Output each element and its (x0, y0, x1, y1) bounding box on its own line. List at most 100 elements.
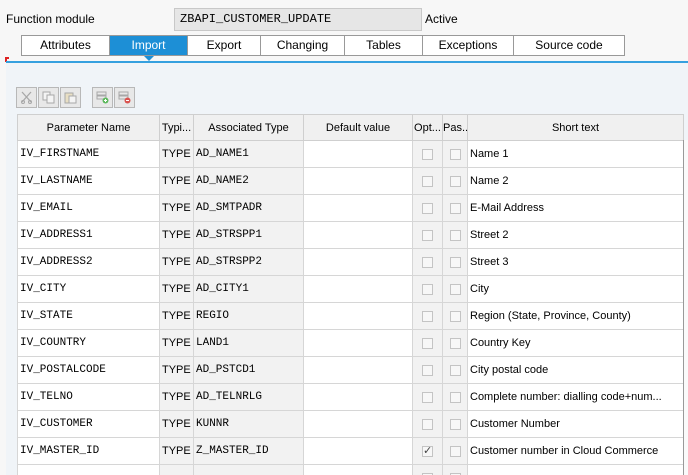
optional-checkbox[interactable] (422, 391, 433, 403)
cell-associated-type[interactable]: AD_NAME1 (193, 140, 304, 168)
cell-typing[interactable]: TYPE (159, 437, 194, 465)
cell-default-value[interactable] (303, 464, 413, 475)
optional-checkbox[interactable] (422, 256, 433, 268)
tab-attributes[interactable]: Attributes (22, 36, 110, 55)
pass-value-checkbox[interactable] (449, 175, 461, 187)
table-row[interactable]: IV_CITY TYPE AD_CITY1 City (17, 275, 684, 303)
optional-checkbox[interactable] (422, 310, 433, 322)
paste-button[interactable] (60, 87, 81, 108)
optional-checkbox[interactable] (422, 444, 433, 457)
cell-parameter-name[interactable]: IV_FIRSTNAME (17, 140, 160, 168)
cell-associated-type[interactable]: AD_NAME2 (193, 167, 304, 195)
cell-typing[interactable]: TYPE (159, 140, 194, 168)
cell-default-value[interactable] (303, 275, 413, 303)
cell-parameter-name[interactable]: IV_LASTNAME (17, 167, 160, 195)
col-header-associated-type[interactable]: Associated Type (193, 114, 304, 141)
cell-short-text[interactable]: City (467, 275, 684, 303)
cell-default-value[interactable] (303, 410, 413, 438)
table-row[interactable]: IV_LASTNAME TYPE AD_NAME2 Name 2 (17, 167, 684, 195)
cell-associated-type[interactable] (193, 464, 304, 475)
pass-value-checkbox[interactable] (449, 256, 461, 268)
pass-value-checkbox[interactable] (449, 202, 461, 214)
cell-associated-type[interactable]: AD_PSTCD1 (193, 356, 304, 384)
table-row[interactable]: IV_FIRSTNAME TYPE AD_NAME1 Name 1 (17, 140, 684, 168)
cell-default-value[interactable] (303, 248, 413, 276)
cell-associated-type[interactable]: AD_CITY1 (193, 275, 304, 303)
pass-value-checkbox[interactable] (449, 364, 461, 376)
cell-typing[interactable]: TYPE (159, 248, 194, 276)
cell-associated-type[interactable]: KUNNR (193, 410, 304, 438)
cell-parameter-name[interactable]: IV_CUSTOMER (17, 410, 160, 438)
copy-button[interactable] (38, 87, 59, 108)
cell-associated-type[interactable]: AD_SMTPADR (193, 194, 304, 222)
cell-default-value[interactable] (303, 329, 413, 357)
table-row[interactable]: IV_POSTALCODE TYPE AD_PSTCD1 City postal co… (17, 356, 684, 384)
cell-parameter-name[interactable]: IV_EMAIL (17, 194, 160, 222)
cell-short-text[interactable]: City postal code (467, 356, 684, 384)
cell-typing[interactable]: TYPE (159, 275, 194, 303)
cell-parameter-name[interactable]: IV_POSTALCODE (17, 356, 160, 384)
optional-checkbox[interactable] (422, 364, 433, 376)
pass-value-checkbox[interactable] (449, 229, 461, 241)
cell-parameter-name[interactable]: IV_MASTER_ID (17, 437, 160, 465)
col-header-optional[interactable]: Opt... (412, 114, 443, 141)
table-row[interactable]: IV_CUSTOMER TYPE KUNNR Customer Number (17, 410, 684, 438)
pass-value-checkbox[interactable] (449, 337, 461, 349)
cell-associated-type[interactable]: LAND1 (193, 329, 304, 357)
cell-default-value[interactable] (303, 140, 413, 168)
cell-parameter-name[interactable]: IV_ADDRESS2 (17, 248, 160, 276)
cell-default-value[interactable] (303, 356, 413, 384)
optional-checkbox[interactable] (422, 202, 433, 214)
tab-exceptions[interactable]: Exceptions (423, 36, 514, 55)
pass-value-checkbox[interactable] (449, 391, 461, 403)
optional-checkbox[interactable] (422, 418, 433, 430)
optional-checkbox[interactable] (422, 148, 433, 160)
optional-checkbox[interactable] (422, 175, 433, 187)
cell-short-text[interactable]: Customer number in Cloud Commerce (467, 437, 684, 465)
pass-value-checkbox[interactable] (449, 418, 461, 430)
optional-checkbox[interactable] (422, 283, 433, 295)
cell-default-value[interactable] (303, 167, 413, 195)
pass-value-checkbox[interactable] (449, 310, 461, 322)
cell-associated-type[interactable]: AD_TELNRLG (193, 383, 304, 411)
col-header-typing[interactable]: Typi... (159, 114, 194, 141)
cell-default-value[interactable] (303, 383, 413, 411)
pass-value-checkbox[interactable] (449, 148, 461, 160)
cell-typing[interactable]: TYPE (159, 356, 194, 384)
delete-row-button[interactable] (114, 87, 135, 108)
tab-import[interactable]: Import (110, 36, 188, 61)
cut-button[interactable] (16, 87, 37, 108)
col-header-pass-value[interactable]: Pas... (442, 114, 468, 141)
cell-short-text[interactable]: Name 2 (467, 167, 684, 195)
tab-tables[interactable]: Tables (345, 36, 423, 55)
cell-typing[interactable]: TYPE (159, 329, 194, 357)
optional-checkbox[interactable] (422, 229, 433, 241)
function-module-name-field[interactable]: ZBAPI_CUSTOMER_UPDATE (174, 8, 422, 31)
cell-typing[interactable]: TYPE (159, 383, 194, 411)
table-row[interactable]: IV_TELNO TYPE AD_TELNRLG Complete number: d… (17, 383, 684, 411)
col-header-parameter-name[interactable]: Parameter Name (17, 114, 160, 141)
col-header-default-value[interactable]: Default value (303, 114, 413, 141)
cell-short-text[interactable]: Country Key (467, 329, 684, 357)
cell-typing[interactable]: TYPE (159, 302, 194, 330)
cell-typing[interactable]: TYPE (159, 194, 194, 222)
col-header-short-text[interactable]: Short text (467, 114, 684, 141)
table-row[interactable]: IV_COUNTRY TYPE LAND1 Country Key (17, 329, 684, 357)
cell-typing[interactable]: TYPE (159, 167, 194, 195)
cell-short-text[interactable]: Complete number: dialling code+num... (467, 383, 684, 411)
cell-short-text[interactable]: E-Mail Address (467, 194, 684, 222)
cell-parameter-name[interactable] (17, 464, 160, 475)
pass-value-checkbox[interactable] (449, 445, 461, 457)
insert-row-button[interactable] (92, 87, 113, 108)
table-row[interactable]: IV_ADDRESS1 TYPE AD_STRSPP1 Street 2 (17, 221, 684, 249)
table-row[interactable] (17, 464, 684, 475)
cell-parameter-name[interactable]: IV_ADDRESS1 (17, 221, 160, 249)
table-row[interactable]: IV_MASTER_IDTYPEZ_MASTER_ID Customer numb… (17, 437, 684, 465)
cell-default-value[interactable] (303, 194, 413, 222)
table-row[interactable]: IV_STATE TYPE REGIO Region (State, Province… (17, 302, 684, 330)
cell-typing[interactable]: TYPE (159, 221, 194, 249)
cell-associated-type[interactable]: REGIO (193, 302, 304, 330)
cell-associated-type[interactable]: AD_STRSPP2 (193, 248, 304, 276)
tab-source-code[interactable]: Source code (514, 36, 624, 55)
cell-short-text[interactable] (467, 464, 684, 475)
